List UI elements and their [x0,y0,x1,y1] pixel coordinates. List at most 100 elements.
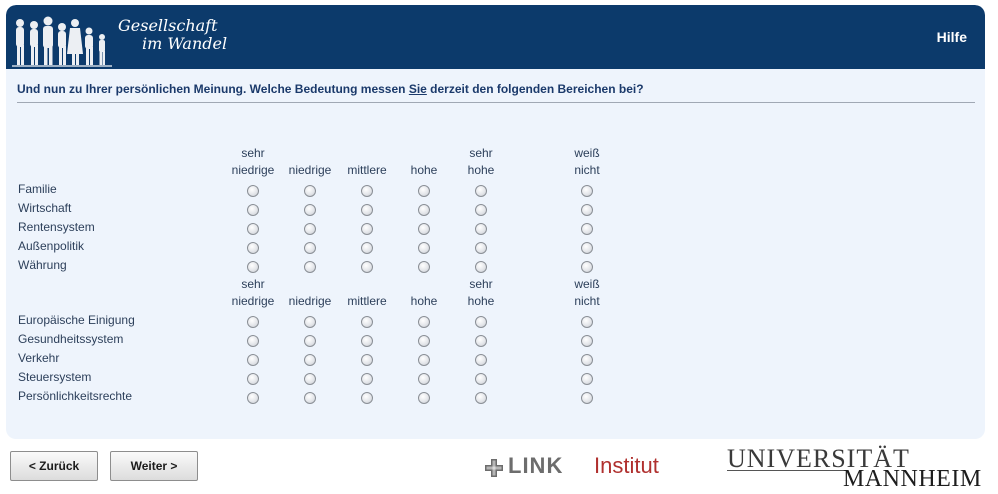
logo-title: Gesellschaft im Wandel [118,17,227,53]
rating-radio[interactable] [247,242,259,254]
rating-radio[interactable] [361,392,373,404]
rating-radio[interactable] [418,354,430,366]
link-wordmark: LINK [508,453,564,478]
rating-radio[interactable] [581,335,593,347]
rating-radio[interactable] [418,335,430,347]
scale-label-line1 [337,276,397,293]
link-cross-icon [485,459,503,477]
rating-radio[interactable] [304,185,316,197]
row-label: Steuersystem [18,370,92,384]
rating-radio[interactable] [247,335,259,347]
scale-label-line2: mittlere [347,294,387,308]
matrix-row: Steuersystem [17,369,717,388]
rating-radio[interactable] [475,242,487,254]
scale-header-cell: mittlere [337,276,397,310]
rating-radio[interactable] [304,335,316,347]
rating-radio[interactable] [304,242,316,254]
matrix-row: Familie [17,181,717,200]
rating-radio[interactable] [361,316,373,328]
rating-radio[interactable] [361,261,373,273]
scale-label-line1 [280,145,340,162]
gesellschaft-im-wandel-logo: Gesellschaft im Wandel [12,11,252,67]
rating-radio[interactable] [247,316,259,328]
rating-radio[interactable] [361,373,373,385]
universitaet-mannheim-logo: UNIVERSITÄT MANNHEIM [727,444,987,492]
rating-radio[interactable] [581,242,593,254]
rating-radio[interactable] [475,261,487,273]
row-label: Währung [18,258,67,272]
rating-radio[interactable] [475,316,487,328]
rating-radio[interactable] [581,204,593,216]
scale-label-line2: niedrige [288,163,332,177]
rating-radio[interactable] [304,261,316,273]
scale-label-line1 [337,145,397,162]
rating-radio[interactable] [247,373,259,385]
rating-radio[interactable] [361,242,373,254]
matrix-row: Gesundheitssystem [17,331,717,350]
rating-radio[interactable] [581,354,593,366]
rating-radio[interactable] [304,373,316,385]
rating-radio[interactable] [581,392,593,404]
question-prefix: Und nun zu Ihrer persönlichen Meinung. W… [17,82,409,96]
rating-radio[interactable] [304,392,316,404]
matrix-row: Verkehr [17,350,717,369]
rating-radio[interactable] [247,354,259,366]
row-label: Außenpolitik [18,239,85,253]
rating-radio[interactable] [247,392,259,404]
rating-radio[interactable] [247,261,259,273]
next-button[interactable]: Weiter > [110,451,198,481]
rating-radio[interactable] [581,316,593,328]
scale-header-cell: niedrige [280,276,340,310]
scale-label-line1 [394,276,454,293]
rating-radio[interactable] [418,261,430,273]
matrix-row: Außenpolitik [17,238,717,257]
rating-radio[interactable] [581,261,593,273]
rating-radio[interactable] [361,185,373,197]
rating-radio[interactable] [581,223,593,235]
rating-radio[interactable] [361,223,373,235]
rating-radio[interactable] [247,204,259,216]
scale-header-cell: sehr hohe [451,276,511,310]
rating-radio[interactable] [475,354,487,366]
rating-radio[interactable] [475,373,487,385]
back-button[interactable]: < Zurück [10,451,98,481]
scale-label-line1: sehr [241,146,265,160]
rating-radio[interactable] [361,204,373,216]
rating-radio[interactable] [418,204,430,216]
scale-label-line1 [394,145,454,162]
logo-line2: im Wandel [142,34,228,53]
row-label: Rentensystem [18,220,95,234]
scale-label-line2: niedrige [231,294,275,308]
rating-radio[interactable] [304,316,316,328]
rating-radio[interactable] [361,354,373,366]
scale-header-cell: sehr niedrige [223,276,283,310]
scale-label-line2: hohe [467,294,495,308]
rating-radio[interactable] [475,204,487,216]
scale-header-cell: mittlere [337,145,397,179]
rating-radio[interactable] [475,185,487,197]
uni-line2: MANNHEIM [843,466,982,492]
help-link[interactable]: Hilfe [937,29,967,45]
rating-radio[interactable] [475,392,487,404]
row-label: Familie [18,182,57,196]
rating-radio[interactable] [361,335,373,347]
question-emphasis: Sie [408,82,427,96]
scale-header-cell: weiß nicht [557,276,617,310]
rating-radio[interactable] [247,223,259,235]
question-suffix: derzeit den folgenden Bereichen bei? [426,82,644,96]
rating-radio[interactable] [418,373,430,385]
rating-radio[interactable] [304,223,316,235]
rating-radio[interactable] [418,242,430,254]
rating-radio[interactable] [304,354,316,366]
rating-radio[interactable] [418,392,430,404]
rating-radio[interactable] [581,185,593,197]
rating-radio[interactable] [475,335,487,347]
rating-radio[interactable] [418,185,430,197]
question-text: Und nun zu Ihrer persönlichen Meinung. W… [17,82,975,103]
rating-radio[interactable] [304,204,316,216]
rating-radio[interactable] [418,316,430,328]
rating-radio[interactable] [475,223,487,235]
rating-radio[interactable] [581,373,593,385]
rating-radio[interactable] [247,185,259,197]
rating-radio[interactable] [418,223,430,235]
